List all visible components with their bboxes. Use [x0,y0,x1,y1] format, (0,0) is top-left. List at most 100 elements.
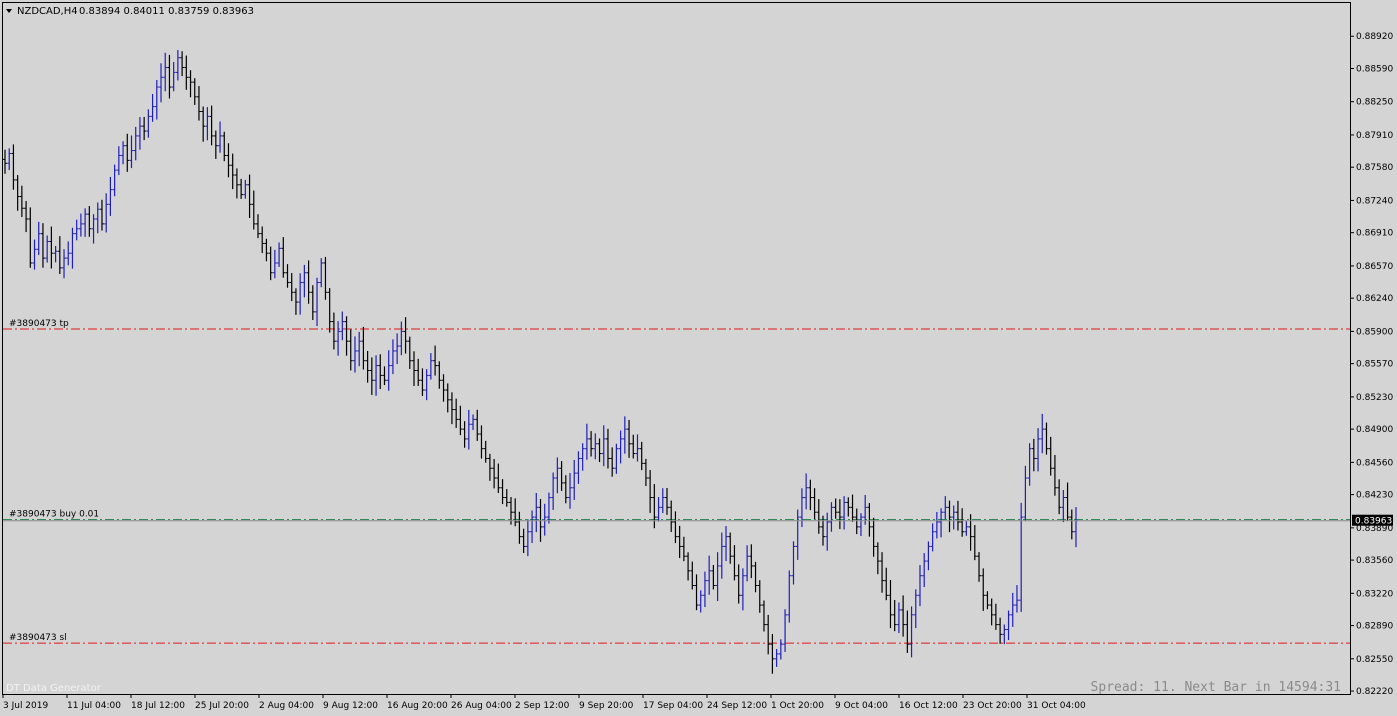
ohlc-bar [302,264,307,298]
ohlc-bar [1040,413,1045,454]
x-tick-label: 23 Oct 20:00 [963,701,1022,711]
ohlc-bar [589,431,594,457]
ohlc-bar [981,568,986,611]
ohlc-bar [977,552,982,582]
ohlc-bar [955,500,960,531]
chart-canvas[interactable]: NZDCAD,H4 0.83894 0.84011 0.83759 0.8396… [0,0,1397,716]
ohlc-bar [854,508,859,535]
ohlc-bar [601,425,606,467]
ohlc-bar [521,528,526,554]
ohlc-readout: 0.83894 0.84011 0.83759 0.83963 [79,6,254,17]
symbol-label: NZDCAD,H4 [17,6,78,17]
ohlc-bar [1069,509,1074,540]
ohlc-bar [804,473,809,510]
ohlc-bar [858,513,863,537]
ohlc-bar [15,175,20,211]
ohlc-bar [761,600,766,632]
ohlc-bar [184,55,189,90]
ohlc-bar [159,63,164,103]
ohlc-bar [78,213,83,237]
ohlc-bar [352,336,357,373]
ohlc-bar [1027,443,1032,486]
ohlc-bar [293,288,298,315]
ohlc-bar [745,545,750,582]
ohlc-bar [209,105,214,146]
ohlc-bar [479,425,484,459]
level-label: #3890473 tp [9,319,69,329]
ohlc-bar [1048,436,1053,476]
ohlc-bar [45,235,50,263]
ohlc-bar [201,106,206,142]
ohlc-bar [698,590,703,613]
x-tick-label: 9 Oct 04:00 [835,701,888,711]
ohlc-bar [610,447,615,477]
ohlc-bar [993,603,998,630]
ohlc-bar [466,409,471,450]
ohlc-bar [137,117,142,150]
current-price-label: 0.83963 [1355,517,1392,527]
ohlc-bar [639,441,644,471]
ohlc-bar [492,458,497,489]
x-tick-label: 3 Jul 2019 [3,701,48,711]
ohlc-bar [1065,482,1070,522]
ohlc-bar [1052,454,1057,496]
ohlc-bar [584,423,589,460]
ohlc-bar [264,238,269,262]
ohlc-bar [424,369,429,401]
ohlc-bar [1031,438,1036,472]
price-chart[interactable]: NZDCAD,H4 0.83894 0.84011 0.83759 0.8396… [0,0,1397,716]
ohlc-bar [365,350,370,383]
ohlc-bar [901,595,906,637]
ohlc-bar [142,116,147,141]
ohlc-bar [648,470,653,513]
ohlc-bar [930,523,935,552]
ohlc-bar [850,494,855,522]
ohlc-bar [939,508,944,538]
ohlc-bar [95,202,100,234]
x-tick-label: 31 Oct 04:00 [1027,701,1086,711]
ohlc-bar [285,264,290,288]
y-tick-label: 0.85570 [1356,360,1393,370]
ohlc-bar [163,52,168,92]
ohlc-bar [323,256,328,300]
ohlc-bar [732,545,737,581]
ohlc-bar [572,459,577,500]
ohlc-bar [669,500,674,533]
ohlc-bar [32,239,37,270]
x-tick-label: 18 Jul 12:00 [131,701,185,711]
triangle-down-icon[interactable] [6,9,12,13]
ohlc-bar [192,78,197,105]
ohlc-bar [306,260,311,304]
y-tick-label: 0.85230 [1356,393,1393,403]
ohlc-bar [576,451,581,484]
ohlc-bar [778,639,783,660]
ohlc-bar [1061,489,1066,523]
ohlc-bar [715,552,720,602]
y-tick-label: 0.83560 [1356,556,1393,566]
ohlc-bar [36,221,41,256]
ohlc-bar [87,206,92,237]
ohlc-bar [289,273,294,302]
ohlc-bar [154,79,159,120]
watermark-label: DT Data Generator [6,683,102,694]
ohlc-bar [255,214,260,239]
ohlc-bar [504,489,509,507]
x-tick-label: 1 Oct 20:00 [771,701,824,711]
y-tick-label: 0.86570 [1356,262,1393,272]
ohlc-bar [454,398,459,428]
ohlc-bar [108,176,113,216]
ohlc-bar [74,219,79,241]
ohlc-bar [150,93,155,122]
ohlc-bar [319,258,324,288]
ohlc-bar [327,288,332,333]
ohlc-bar [829,502,834,532]
ohlc-bar [799,488,804,528]
ohlc-bar [694,574,699,611]
ohlc-bar [57,236,62,274]
ohlc-bar [896,602,901,634]
ohlc-bar [340,311,345,341]
ohlc-bar [395,333,400,365]
ohlc-bar [917,565,922,607]
ohlc-bar [846,497,851,517]
ohlc-bar [875,542,880,575]
